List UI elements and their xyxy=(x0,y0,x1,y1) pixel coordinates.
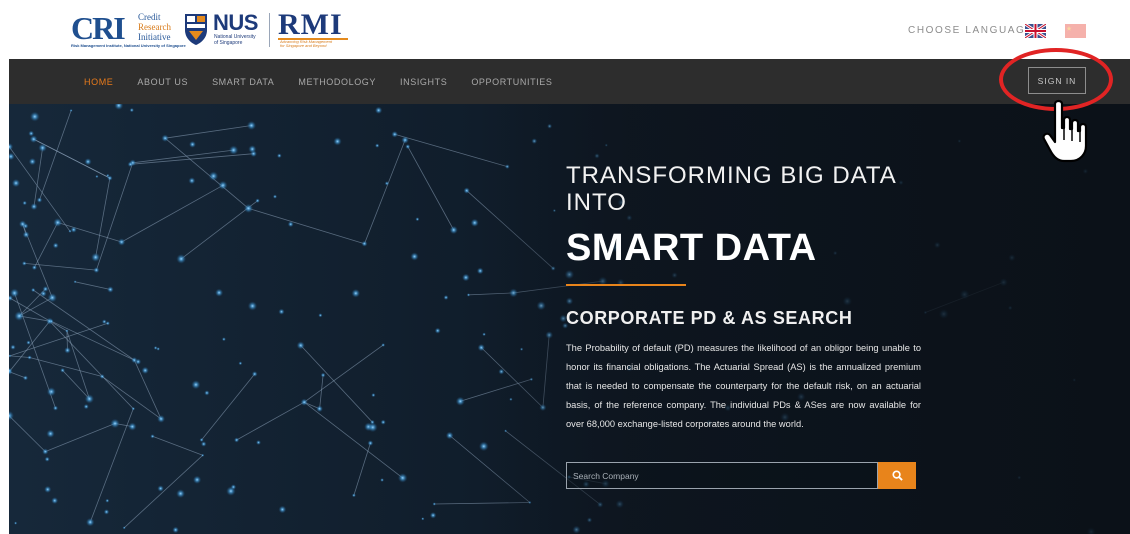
cri-logo-mark: CRI xyxy=(71,10,126,46)
nav-item-home[interactable]: HOME xyxy=(84,77,113,87)
main-navbar: HOME ABOUT US SMART DATA METHODOLOGY INS… xyxy=(9,59,1130,104)
nus-logo-subtitle: National University of Singapore xyxy=(214,34,256,46)
nus-logo[interactable]: NUS National University of Singapore xyxy=(183,10,263,50)
company-search-input[interactable] xyxy=(566,462,878,489)
rmi-logo[interactable]: RMI Advancing Risk Management for Singap… xyxy=(278,8,350,50)
nav-item-about-us[interactable]: ABOUT US xyxy=(137,77,188,87)
hero-heading-line1: TRANSFORMING BIG DATA INTO xyxy=(566,162,896,216)
cri-logo[interactable]: CRI Credit Research Initiative Risk Mana… xyxy=(71,10,186,50)
rmi-logo-mark: RMI xyxy=(278,8,343,41)
logo-divider xyxy=(269,13,270,47)
company-search-form xyxy=(566,462,916,489)
nav-item-opportunities[interactable]: OPPORTUNITIES xyxy=(471,77,552,87)
cri-logo-text: Credit Research Initiative xyxy=(138,12,171,42)
choose-language-label: CHOOSE LANGUAGE xyxy=(908,25,1034,36)
hero-divider xyxy=(566,284,686,286)
search-section-title: CORPORATE PD & AS SEARCH xyxy=(566,308,853,328)
hero-content: TRANSFORMING BIG DATA INTO SMART DATA CO… xyxy=(566,162,921,434)
uk-flag-icon[interactable] xyxy=(1025,24,1046,38)
nus-crest-icon xyxy=(185,14,207,45)
rmi-logo-tagline: Advancing Risk Management for Singapore … xyxy=(280,39,333,48)
nus-logo-mark: NUS xyxy=(213,10,258,35)
logo-group: CRI Credit Research Initiative Risk Mana… xyxy=(71,8,350,51)
nav-item-methodology[interactable]: METHODOLOGY xyxy=(298,77,376,87)
search-icon xyxy=(891,470,903,481)
search-button[interactable] xyxy=(878,462,916,489)
top-header: CRI Credit Research Initiative Risk Mana… xyxy=(0,0,1130,59)
hero-banner: TRANSFORMING BIG DATA INTO SMART DATA CO… xyxy=(9,104,1130,534)
hero-heading-line2: SMART DATA xyxy=(566,227,817,269)
hand-cursor-icon xyxy=(1042,99,1088,163)
china-flag-icon[interactable] xyxy=(1065,24,1086,38)
cri-logo-footer: Risk Management Institute, National Univ… xyxy=(71,43,186,48)
search-section-description: The Probability of default (PD) measures… xyxy=(566,343,921,429)
nav-item-smart-data[interactable]: SMART DATA xyxy=(212,77,274,87)
nav-item-insights[interactable]: INSIGHTS xyxy=(400,77,447,87)
nav-links: HOME ABOUT US SMART DATA METHODOLOGY INS… xyxy=(84,59,576,104)
